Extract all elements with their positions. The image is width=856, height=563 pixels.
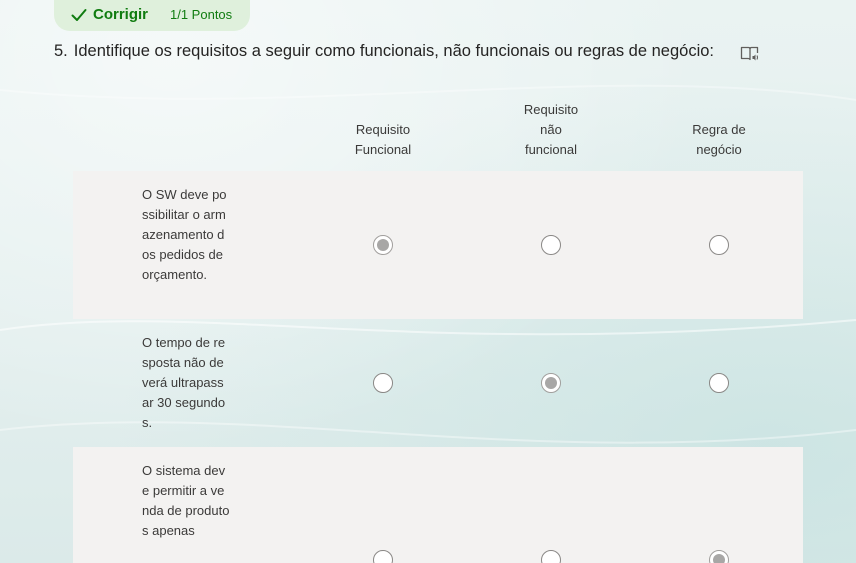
question-text: Identifique os requisitos a seguir como … xyxy=(73,42,714,60)
radio-row1-non-functional[interactable] xyxy=(541,235,561,255)
table-row: O sistema deve permitir a venda de produ… xyxy=(73,447,803,563)
question-title: 5. Identifique os requisitos a seguir com… xyxy=(54,42,714,61)
table-row: O tempo de resposta não deverá ultrapass… xyxy=(73,319,803,447)
question-number: 5. xyxy=(54,42,68,60)
immersive-reader-icon[interactable] xyxy=(740,45,760,62)
radio-row2-non-functional[interactable] xyxy=(541,373,561,393)
result-status: Corrigir xyxy=(93,6,149,23)
radio-row3-functional[interactable] xyxy=(373,550,393,563)
radio-row2-business-rule[interactable] xyxy=(709,373,729,393)
column-header-business-rule: Regra de negócio xyxy=(692,122,746,157)
column-header-non-functional: Requisito não funcional xyxy=(523,102,579,157)
row-label: O sistema deve permitir a venda de produ… xyxy=(142,463,230,538)
row-label: O SW deve possibilitar o armazenamento d… xyxy=(142,187,227,282)
radio-row3-non-functional[interactable] xyxy=(541,550,561,563)
radio-row3-business-rule[interactable] xyxy=(709,550,729,563)
table-row: O SW deve possibilitar o armazenamento d… xyxy=(73,171,803,319)
checkmark-icon xyxy=(71,9,87,21)
radio-row1-functional[interactable] xyxy=(373,235,393,255)
column-header-functional: Requisito Funcional xyxy=(354,122,412,157)
result-points: 1/1 Pontos xyxy=(170,7,233,22)
radio-row1-business-rule[interactable] xyxy=(709,235,729,255)
row-label: O tempo de resposta não deverá ultrapass… xyxy=(142,335,226,430)
radio-row2-functional[interactable] xyxy=(373,373,393,393)
result-badge: Corrigir 1/1 Pontos xyxy=(54,0,250,31)
